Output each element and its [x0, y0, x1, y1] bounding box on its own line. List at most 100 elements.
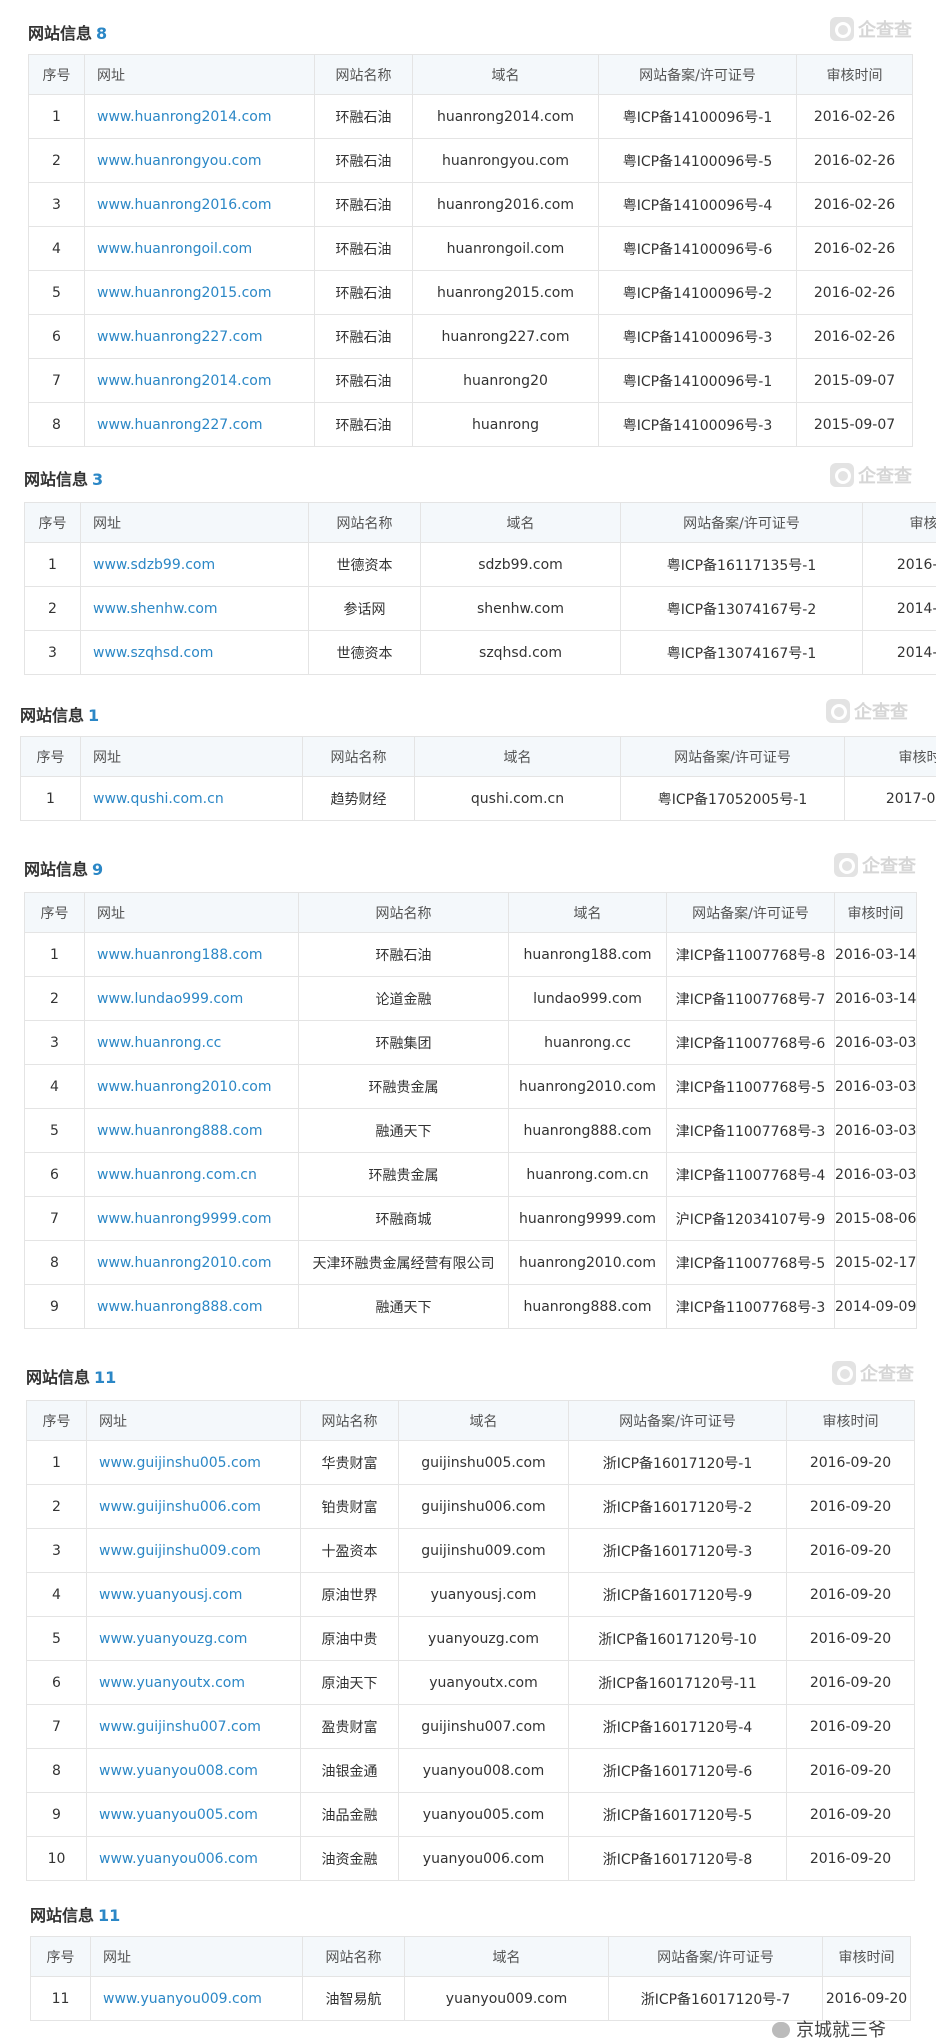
table-row: 5 www.huanrong888.com 融通天下 huanrong888.com 津…	[24, 1108, 917, 1153]
column-header-domain: 域名	[412, 54, 599, 95]
website-url-link[interactable]: www.huanrong227.com	[84, 314, 315, 359]
website-url-link[interactable]: www.huanrong.cc	[84, 1020, 299, 1065]
cell-icp: 津ICP备11007768号-7	[666, 976, 835, 1021]
website-url-link[interactable]: www.huanrong888.com	[84, 1284, 299, 1329]
column-header-site-name: 网站名称	[300, 1400, 399, 1441]
cell-seq: 1	[26, 1440, 87, 1485]
website-url-link[interactable]: www.huanrong2010.com	[84, 1240, 299, 1285]
column-header-domain: 域名	[414, 736, 621, 777]
table-row: 8 www.yuanyou008.com 油银金通 yuanyou008.com 浙IC…	[26, 1748, 915, 1793]
section-title: 网站信息 1	[20, 702, 99, 726]
website-url-link[interactable]: www.qushi.com.cn	[80, 776, 303, 821]
section-count: 1	[88, 706, 100, 725]
cell-site-name: 世德资本	[308, 542, 421, 587]
page: 网站信息 8 企查查 序号 网址 网站名称 域名 网站备案/许可证号 审核时间 1 www.huan…	[0, 0, 936, 2044]
cell-icp: 粤ICP备17052005号-1	[620, 776, 845, 821]
website-url-link[interactable]: www.yuanyousj.com	[86, 1572, 301, 1617]
website-url-link[interactable]: www.szqhsd.com	[80, 630, 309, 675]
website-url-link[interactable]: www.huanrong9999.com	[84, 1196, 299, 1241]
cell-domain: guijinshu007.com	[398, 1704, 569, 1749]
table-row: 5 www.yuanyouzg.com 原油中贵 yuanyouzg.com 浙ICP备…	[26, 1616, 915, 1661]
cell-seq: 4	[26, 1572, 87, 1617]
cell-icp: 浙ICP备16017120号-4	[568, 1704, 787, 1749]
column-header-seq: 序号	[26, 1400, 87, 1441]
column-header-review-date: 审核时间	[796, 54, 913, 95]
table-row: 1 www.huanrong2014.com 环融石油 huanrong2014.co…	[28, 94, 913, 139]
website-url-link[interactable]: www.huanrong227.com	[84, 402, 315, 447]
cell-site-name: 环融石油	[314, 314, 413, 359]
table-row: 3 www.huanrong.cc 环融集团 huanrong.cc 津ICP备1100…	[24, 1020, 917, 1065]
qichacha-logo: 企查查	[832, 1360, 914, 1386]
section-count: 9	[92, 860, 104, 879]
website-url-link[interactable]: www.yuanyoutx.com	[86, 1660, 301, 1705]
cell-site-name: 环融石油	[314, 270, 413, 315]
cell-icp: 津ICP备11007768号-5	[666, 1064, 835, 1109]
cell-site-name: 趋势财经	[302, 776, 415, 821]
cell-seq: 4	[24, 1064, 85, 1109]
website-url-link[interactable]: www.huanrong888.com	[84, 1108, 299, 1153]
section-title: 网站信息 8	[28, 20, 107, 44]
website-url-link[interactable]: www.huanrongoil.com	[84, 226, 315, 271]
cell-site-name: 环融贵金属	[298, 1064, 509, 1109]
website-url-link[interactable]: www.huanrongyou.com	[84, 138, 315, 183]
website-url-link[interactable]: www.huanrong2014.com	[84, 94, 315, 139]
table-row: 7 www.huanrong2014.com 环融石油 huanrong20 粤ICP备…	[28, 358, 913, 403]
website-url-link[interactable]: www.huanrong2014.com	[84, 358, 315, 403]
section-count: 3	[92, 470, 104, 489]
column-header-url: 网址	[84, 892, 299, 933]
table-row: 9 www.huanrong888.com 融通天下 huanrong888.com 津…	[24, 1284, 917, 1329]
website-info-table: 序号网址网站名称域名网站备案/许可证号审核时间1www.qushi.com.cn…	[20, 736, 936, 821]
table-header-row: 序号网址网站名称域名网站备案/许可证号审核时间	[26, 1400, 915, 1441]
cell-icp: 粤ICP备14100096号-2	[598, 270, 797, 315]
cell-review-date: 2016-09-20	[786, 1660, 915, 1705]
website-info-table: 序号 网址 网站名称 域名 网站备案/许可证号 审核时间 1 www.huanrong188.…	[24, 892, 917, 1329]
cell-site-name: 油智易航	[302, 1976, 405, 2021]
qichacha-logo: 企查查	[834, 852, 916, 878]
website-url-link[interactable]: www.guijinshu005.com	[86, 1440, 301, 1485]
cell-domain: huanrong2010.com	[508, 1240, 667, 1285]
website-url-link[interactable]: www.yuanyouzg.com	[86, 1616, 301, 1661]
table-row: 2 www.shenhw.com 参话网 shenhw.com 粤ICP备1307416…	[24, 586, 936, 631]
column-header-seq: 序号	[24, 502, 81, 543]
website-url-link[interactable]: www.shenhw.com	[80, 586, 309, 631]
website-url-link[interactable]: www.huanrong188.com	[84, 932, 299, 977]
website-url-link[interactable]: www.huanrong2010.com	[84, 1064, 299, 1109]
cell-review-date: 2016-09-20	[786, 1484, 915, 1529]
column-header-review-date: 审核时间	[786, 1400, 915, 1441]
column-header-url: 网址	[90, 1936, 303, 1977]
column-header-domain: 域名	[404, 1936, 609, 1977]
column-header-url: 网址	[80, 736, 303, 777]
section-count: 11	[98, 1906, 121, 1925]
table-header-row: 序号网址网站名称域名网站备案/许可证号审核时间	[28, 54, 913, 95]
cell-site-name: 融通天下	[298, 1108, 509, 1153]
website-url-link[interactable]: www.guijinshu007.com	[86, 1704, 301, 1749]
website-url-link[interactable]: www.huanrong2016.com	[84, 182, 315, 227]
qichacha-logo-icon	[832, 1361, 856, 1385]
column-header-review-date: 审核时间	[822, 1936, 911, 1977]
website-url-link[interactable]: www.huanrong2015.com	[84, 270, 315, 315]
website-url-link[interactable]: www.sdzb99.com	[80, 542, 309, 587]
cell-review-date: 2016-03-03	[834, 1020, 917, 1065]
website-url-link[interactable]: www.guijinshu006.com	[86, 1484, 301, 1529]
website-url-link[interactable]: www.yuanyou008.com	[86, 1748, 301, 1793]
watermark-text: 京城就三爷	[796, 2020, 886, 2041]
table-row: 6 www.huanrong227.com 环融石油 huanrong227.com 粤…	[28, 314, 913, 359]
website-url-link[interactable]: www.yuanyou005.com	[86, 1792, 301, 1837]
table-row: 1 www.sdzb99.com 世德资本 sdzb99.com 粤ICP备161171…	[24, 542, 936, 587]
table-header-row: 序号网址网站名称域名网站备案/许可证号审核时间	[30, 1936, 911, 1977]
column-header-domain: 域名	[508, 892, 667, 933]
table-row: 3 www.huanrong2016.com 环融石油 huanrong2016.co…	[28, 182, 913, 227]
cell-icp: 粤ICP备14100096号-4	[598, 182, 797, 227]
qichacha-logo: 企查查	[830, 462, 912, 488]
cell-seq: 7	[28, 358, 85, 403]
website-url-link[interactable]: www.yuanyou006.com	[86, 1836, 301, 1881]
cell-review-date: 2016-03-14	[834, 932, 917, 977]
cell-icp: 浙ICP备16017120号-5	[568, 1792, 787, 1837]
qichacha-logo: 企查查	[830, 16, 912, 42]
website-url-link[interactable]: www.yuanyou009.com	[90, 1976, 303, 2021]
website-url-link[interactable]: www.huanrong.com.cn	[84, 1152, 299, 1197]
qichacha-logo-text: 企查查	[860, 1364, 914, 1385]
cell-domain: yuanyou006.com	[398, 1836, 569, 1881]
website-url-link[interactable]: www.guijinshu009.com	[86, 1528, 301, 1573]
website-url-link[interactable]: www.lundao999.com	[84, 976, 299, 1021]
